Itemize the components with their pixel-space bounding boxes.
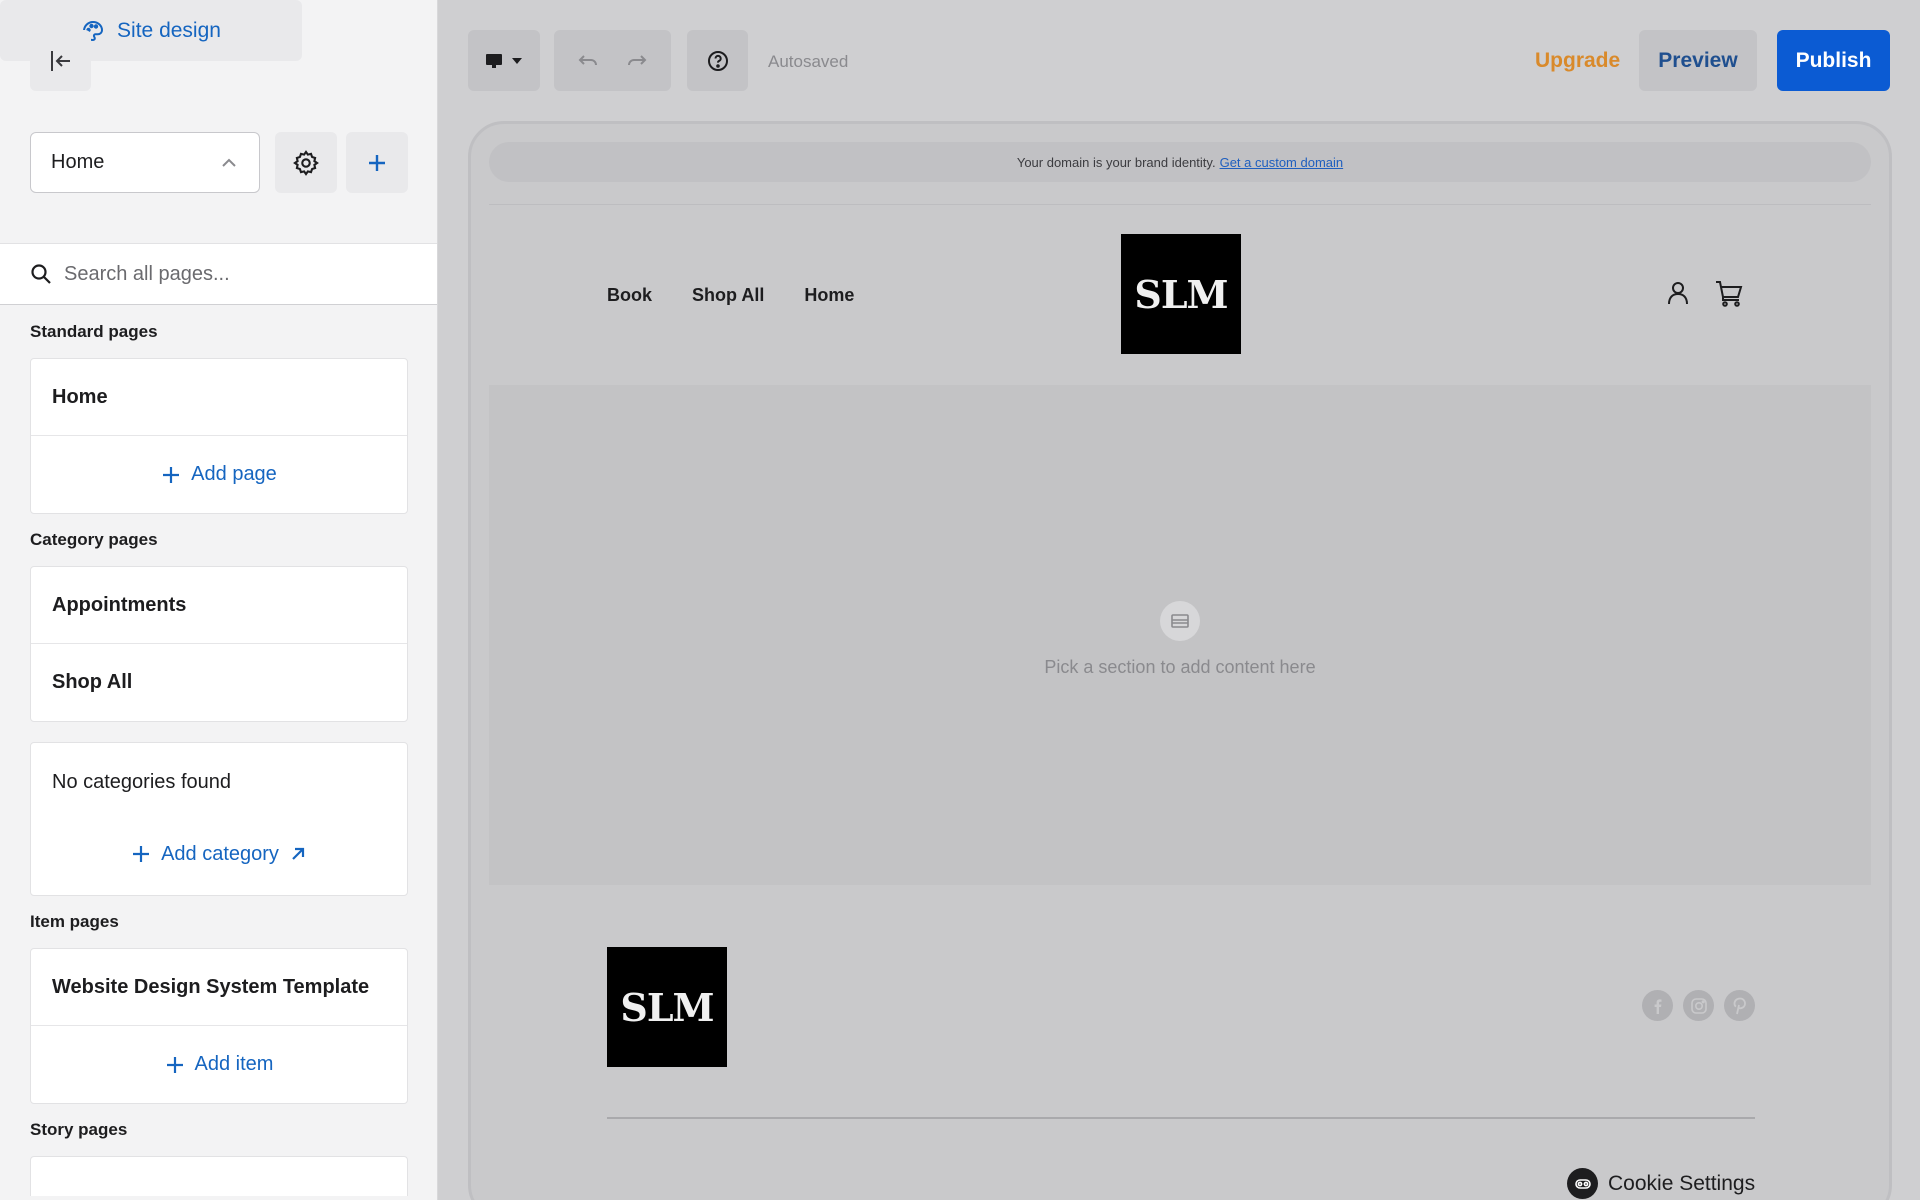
section-label-category: Category pages (30, 530, 158, 549)
plus-icon (133, 846, 150, 862)
custom-domain-link[interactable]: Get a custom domain (1220, 155, 1344, 170)
page-item-shop-all[interactable]: Shop All (31, 644, 407, 721)
footer-logo-text: SLM (620, 984, 714, 1030)
page-item-appointments[interactable]: Appointments (31, 567, 407, 644)
domain-notice-text: Your domain is your brand identity. (1016, 154, 1216, 170)
site-page: Book Shop All Home SLM Pick a section to… (489, 204, 1871, 1200)
nav-item-book[interactable]: Book (607, 285, 652, 306)
desktop-icon (486, 53, 502, 68)
search-bar (0, 243, 437, 305)
device-toggle-button[interactable] (468, 30, 540, 91)
plus-icon (163, 466, 180, 483)
site-preview-frame: Your domain is your brand identity. Get … (468, 121, 1892, 1200)
section-layout-icon (1171, 614, 1189, 628)
exit-icon (50, 50, 70, 71)
standard-pages-card: Home Add page (30, 358, 408, 514)
undo-icon[interactable] (576, 49, 600, 73)
header-icons (1664, 279, 1744, 307)
redo-icon[interactable] (625, 49, 649, 73)
caret-down-icon (512, 57, 522, 64)
story-pages-card (30, 1156, 408, 1196)
plus-icon (369, 154, 385, 171)
plus-icon (166, 1056, 183, 1073)
page-settings-button[interactable] (275, 132, 337, 193)
editor-toolbar: Autosaved Upgrade Preview Publish (439, 0, 1920, 122)
add-page-button[interactable]: Add page (31, 436, 407, 513)
cookie-icon (1567, 1168, 1598, 1199)
site-design-label: Site design (117, 18, 221, 42)
external-link-arrow-icon (292, 847, 305, 860)
account-icon[interactable] (1664, 279, 1692, 307)
sidebar: Site design Home Standard pages Home Add… (0, 0, 438, 1200)
logo-text: SLM (1134, 271, 1228, 317)
social-links (1642, 990, 1755, 1021)
cart-icon[interactable] (1714, 279, 1744, 307)
add-page-label: Add page (191, 463, 277, 485)
nav-item-shop-all[interactable]: Shop All (692, 285, 764, 306)
instagram-icon[interactable] (1683, 990, 1714, 1021)
page-select-value: Home (51, 151, 105, 173)
section-label-item: Item pages (30, 912, 119, 931)
footer-divider (607, 1117, 1755, 1119)
page-item-website-design-template[interactable]: Website Design System Template (31, 949, 407, 1026)
add-category-button[interactable]: Add category (31, 821, 407, 895)
add-item-button[interactable]: Add item (31, 1026, 407, 1103)
history-controls (554, 30, 671, 91)
section-label-standard: Standard pages (30, 322, 158, 341)
autosave-status: Autosaved (768, 52, 849, 71)
cookie-settings-button[interactable]: Cookie Settings (1567, 1168, 1755, 1199)
add-page-icon-button[interactable] (346, 132, 408, 193)
preview-button[interactable]: Preview (1639, 30, 1757, 91)
cookie-settings-label: Cookie Settings (1608, 1171, 1756, 1195)
page-select[interactable]: Home (30, 132, 260, 193)
item-pages-card: Website Design System Template Add item (30, 948, 408, 1104)
search-input[interactable] (64, 262, 424, 286)
sidebar-header: Site design Home (0, 0, 437, 224)
help-icon (707, 50, 728, 71)
publish-button[interactable]: Publish (1777, 30, 1890, 91)
pinterest-icon[interactable] (1724, 990, 1755, 1021)
facebook-icon[interactable] (1642, 990, 1673, 1021)
search-icon (31, 264, 51, 284)
site-header[interactable]: Book Shop All Home SLM (489, 205, 1871, 385)
category-pages-card: Appointments Shop All (30, 566, 408, 722)
no-categories-text: No categories found (52, 770, 232, 793)
header-logo[interactable]: SLM (1121, 234, 1241, 354)
add-category-label: Add category (161, 842, 279, 865)
domain-notice-bar: Your domain is your brand identity. Get … (489, 142, 1871, 182)
footer-logo[interactable]: SLM (607, 947, 727, 1067)
site-nav: Book Shop All Home (607, 285, 854, 306)
empty-section[interactable]: Pick a section to add content here (489, 385, 1871, 885)
section-label-story: Story pages (30, 1120, 128, 1139)
page-item-home[interactable]: Home (31, 359, 407, 436)
site-footer[interactable]: SLM Cookie Settings (489, 885, 1871, 1200)
categories-empty-card: No categories found Add category (30, 742, 408, 896)
chevron-up-icon (222, 158, 236, 167)
page-list: Standard pages Home Add page Category pa… (0, 306, 437, 1200)
help-button[interactable] (687, 30, 748, 91)
exit-editor-button[interactable] (30, 30, 91, 91)
gear-icon (293, 149, 319, 176)
upgrade-link[interactable]: Upgrade (1535, 49, 1620, 73)
nav-item-home[interactable]: Home (804, 285, 854, 306)
empty-section-text: Pick a section to add content here (1044, 657, 1316, 677)
section-placeholder-icon (1160, 601, 1200, 641)
add-item-label: Add item (194, 1053, 274, 1075)
